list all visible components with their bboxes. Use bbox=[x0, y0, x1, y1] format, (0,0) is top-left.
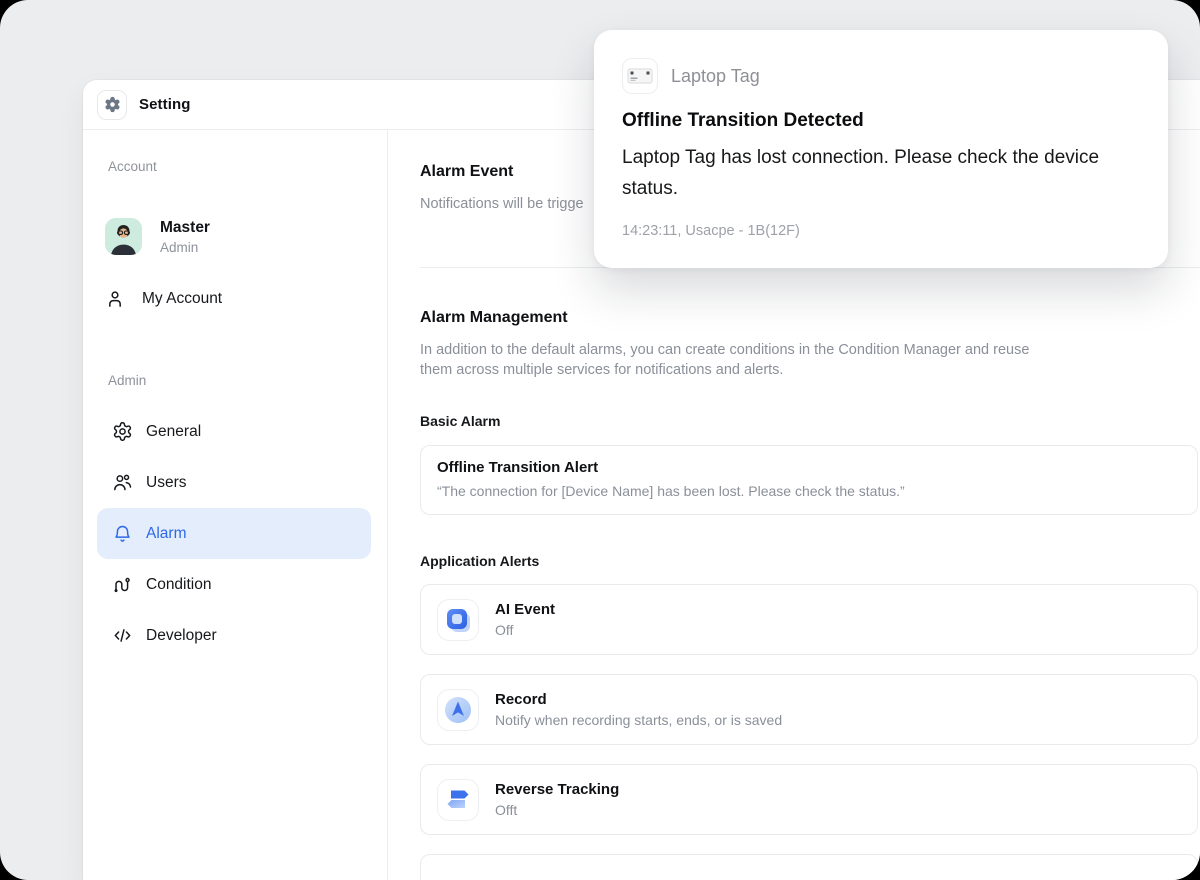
toast-app-name: Laptop Tag bbox=[671, 66, 760, 87]
sidebar-item-users[interactable]: Users bbox=[97, 457, 371, 508]
user-icon bbox=[105, 289, 125, 309]
basic-alarm-label: Basic Alarm bbox=[420, 413, 1200, 429]
sidebar: Account Master Ad bbox=[83, 130, 388, 880]
toast-title: Offline Transition Detected bbox=[622, 110, 1140, 132]
reverse-tracking-icon bbox=[437, 779, 479, 821]
sidebar-item-general[interactable]: General bbox=[97, 406, 371, 457]
alert-title: Record bbox=[495, 691, 782, 708]
code-icon bbox=[112, 625, 133, 646]
sidebar-section-admin: Admin bbox=[108, 373, 371, 388]
toast-meta: 14:23:11, Usacpe - 1B(12F) bbox=[622, 223, 1140, 239]
condition-icon bbox=[112, 574, 133, 595]
users-icon bbox=[112, 472, 133, 493]
profile-name: Master bbox=[160, 219, 210, 237]
gear-icon bbox=[104, 96, 121, 113]
application-alert-card-record[interactable]: Record Notify when recording starts, end… bbox=[420, 674, 1198, 745]
record-icon bbox=[437, 689, 479, 731]
application-alerts-label: Application Alerts bbox=[420, 553, 1200, 569]
bell-icon bbox=[112, 523, 133, 544]
alert-subtitle: Notify when recording starts, ends, or i… bbox=[495, 712, 782, 728]
sidebar-item-label: Users bbox=[146, 474, 186, 492]
desktop-canvas: Setting Account bbox=[0, 0, 1200, 880]
sidebar-item-label: Developer bbox=[146, 627, 217, 645]
basic-alarm-card-quote: “The connection for [Device Name] has be… bbox=[437, 483, 1181, 499]
profile-role: Admin bbox=[160, 240, 210, 255]
application-alert-card-reverse-tracking[interactable]: Reverse Tracking Offt bbox=[420, 764, 1198, 835]
gear-icon bbox=[112, 421, 133, 442]
laptop-tag-device-icon bbox=[622, 58, 658, 94]
sidebar-section-account: Account bbox=[108, 130, 371, 174]
toast-body: Laptop Tag has lost connection. Please c… bbox=[622, 142, 1122, 204]
page-title: Setting bbox=[139, 96, 191, 113]
sidebar-item-condition[interactable]: Condition bbox=[97, 559, 371, 610]
sidebar-item-label: General bbox=[146, 423, 201, 441]
sidebar-item-my-account[interactable]: My Account bbox=[105, 285, 371, 313]
alert-subtitle: Offt bbox=[495, 802, 619, 818]
basic-alarm-card-title: Offline Transition Alert bbox=[437, 459, 1181, 476]
alarm-management-description: In addition to the default alarms, you c… bbox=[420, 340, 1040, 380]
application-alert-card-ai-event[interactable]: AI Event Off bbox=[420, 584, 1198, 655]
setting-app-icon-tile bbox=[97, 90, 127, 120]
sidebar-item-alarm[interactable]: Alarm bbox=[97, 508, 371, 559]
ai-event-icon bbox=[437, 599, 479, 641]
alarm-management-title: Alarm Management bbox=[420, 309, 1200, 327]
notification-toast[interactable]: Laptop Tag Offline Transition Detected L… bbox=[594, 30, 1168, 268]
profile-row[interactable]: Master Admin bbox=[105, 218, 371, 255]
alert-title: Reverse Tracking bbox=[495, 781, 619, 798]
sidebar-item-label: My Account bbox=[142, 290, 222, 308]
avatar bbox=[105, 218, 142, 255]
sidebar-item-developer[interactable]: Developer bbox=[97, 610, 371, 661]
alert-title: AI Event bbox=[495, 601, 555, 618]
application-alert-card-partial[interactable] bbox=[420, 854, 1198, 880]
sidebar-item-label: Alarm bbox=[146, 525, 186, 543]
sidebar-nav: General Users bbox=[97, 406, 371, 661]
basic-alarm-card[interactable]: Offline Transition Alert “The connection… bbox=[420, 445, 1198, 515]
sidebar-item-label: Condition bbox=[146, 576, 212, 594]
alert-subtitle: Off bbox=[495, 622, 555, 638]
